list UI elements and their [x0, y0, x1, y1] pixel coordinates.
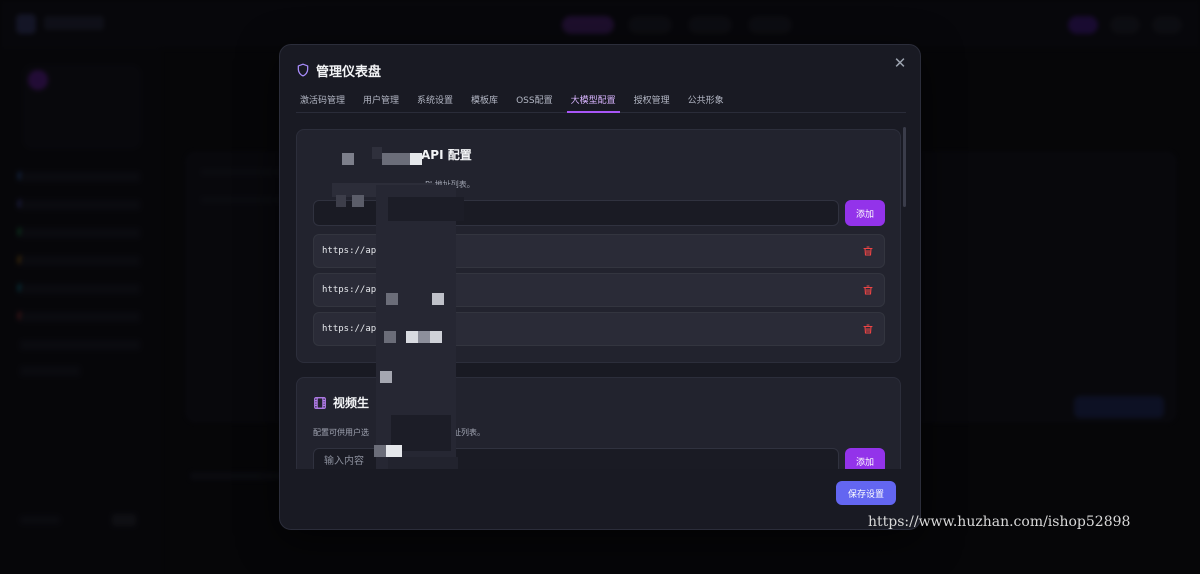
video-section-title-row: 视频生 — [313, 394, 369, 411]
tab-license[interactable]: 授权管理 — [630, 89, 674, 113]
video-section-description-start: 配置可供用户选 — [313, 428, 369, 437]
redaction-pixel — [432, 293, 444, 305]
admin-dashboard-modal: 管理仪表盘 ✕ 激活码管理 用户管理 系统设置 模板库 OSS配置 大模型配置 … — [279, 44, 921, 530]
film-icon — [313, 396, 327, 410]
redaction-pixel — [410, 153, 422, 165]
shield-icon — [296, 63, 310, 77]
tab-bar: 激活码管理 用户管理 系统设置 模板库 OSS配置 大模型配置 授权管理 公共形… — [296, 89, 906, 113]
api-section-title: API 配置 — [421, 148, 472, 162]
save-settings-button[interactable]: 保存设置 — [836, 481, 896, 505]
close-button[interactable]: ✕ — [890, 53, 910, 73]
tab-templates[interactable]: 模板库 — [467, 89, 502, 113]
close-icon: ✕ — [893, 54, 907, 72]
redaction-block — [388, 457, 458, 469]
redaction-pixel — [386, 445, 402, 457]
redaction-pixel — [352, 195, 364, 207]
settings-scroll-area[interactable]: API 配置 PI 地址列表。 添加 https://ap https://ap — [296, 125, 906, 469]
redaction-pixel — [384, 331, 396, 343]
api-url-text: https://ap — [322, 285, 377, 295]
redaction-pixel — [406, 331, 418, 343]
api-url-text: https://ap — [322, 246, 377, 256]
tab-users[interactable]: 用户管理 — [359, 89, 403, 113]
modal-title: 管理仪表盘 — [316, 64, 382, 80]
video-add-button[interactable]: 添加 — [845, 448, 885, 469]
redaction-pixel — [374, 445, 386, 457]
redaction-pixel — [430, 331, 442, 343]
trash-icon[interactable] — [862, 323, 874, 335]
redaction-pixel — [382, 153, 410, 165]
api-section-title-row: API 配置 — [421, 146, 472, 163]
redaction-pixel — [372, 147, 382, 159]
tab-system-settings[interactable]: 系统设置 — [413, 89, 457, 113]
trash-icon[interactable] — [862, 245, 874, 257]
redaction-pixel — [342, 153, 354, 165]
redaction-block — [388, 197, 464, 221]
modal-header: 管理仪表盘 — [296, 59, 381, 81]
trash-icon[interactable] — [862, 284, 874, 296]
redaction-pixel — [336, 195, 346, 207]
tab-activation-codes[interactable]: 激活码管理 — [296, 89, 349, 113]
redaction-pixel — [386, 293, 398, 305]
redaction-pixel — [380, 371, 392, 383]
scrollbar[interactable] — [903, 127, 906, 207]
tab-llm-config[interactable]: 大模型配置 — [566, 89, 620, 113]
tab-oss-config[interactable]: OSS配置 — [512, 89, 557, 113]
api-url-text: https://ap — [322, 324, 377, 334]
api-add-button[interactable]: 添加 — [845, 200, 885, 226]
video-section-title: 视频生 — [333, 396, 370, 410]
redaction-pixel — [418, 331, 430, 343]
video-section-description-end: 址列表。 — [453, 428, 485, 437]
tab-public-avatar[interactable]: 公共形象 — [684, 89, 728, 113]
watermark-text: https://www.huzhan.com/ishop52898 — [868, 514, 1131, 530]
